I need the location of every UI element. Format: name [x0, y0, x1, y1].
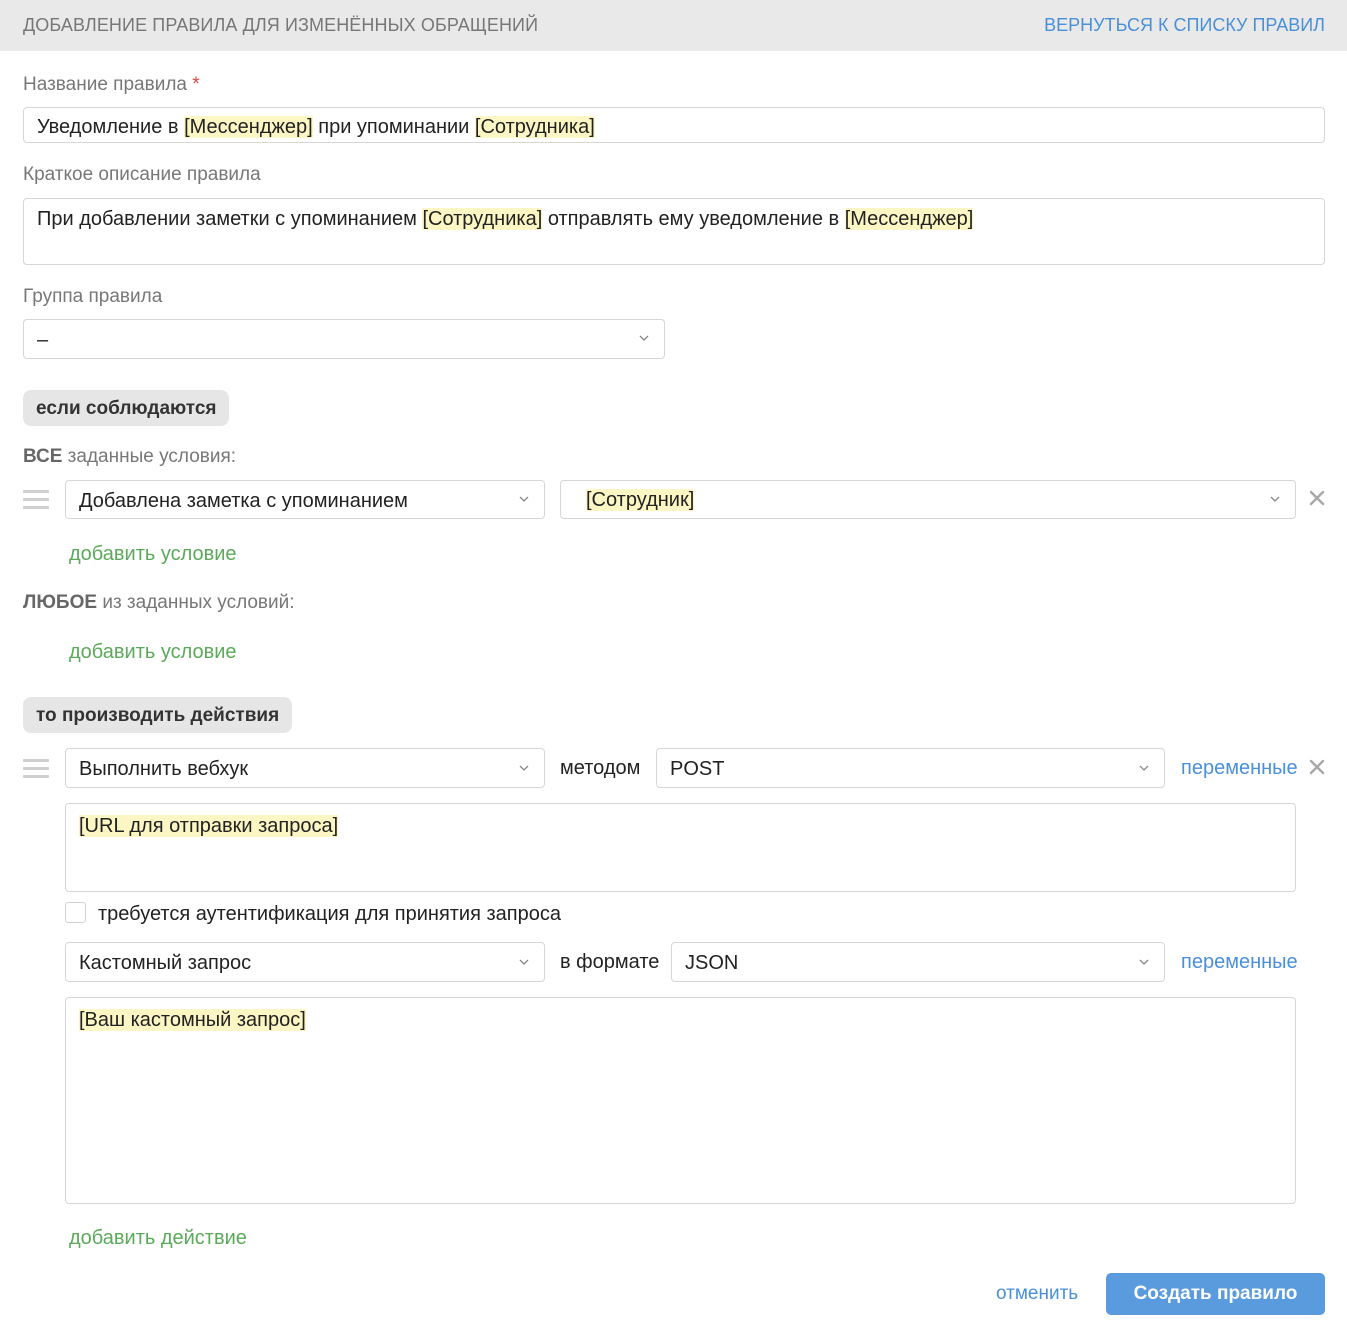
create-rule-button[interactable]: Создать правило: [1106, 1273, 1325, 1315]
webhook-url-value: [URL для отправки запроса]: [79, 815, 339, 838]
action-type-value: Выполнить вебхук: [79, 758, 249, 780]
description-part: При добавлении заметки с упоминанием: [37, 208, 423, 230]
format-value: JSON: [685, 952, 739, 974]
drag-handle-icon[interactable]: [23, 490, 49, 510]
action-type-select[interactable]: Выполнить вебхук: [65, 748, 545, 788]
all-conditions-label: ВСЕ заданные условия:: [23, 446, 236, 468]
chevron-down-icon: [519, 496, 529, 505]
description-label: Краткое описание правила: [23, 164, 261, 185]
page-header: ДОБАВЛЕНИЕ ПРАВИЛА ДЛЯ ИЗМЕНЁННЫХ ОБРАЩЕ…: [0, 0, 1347, 51]
any-conditions-text: из заданных условий:: [97, 592, 295, 613]
format-select[interactable]: JSON: [671, 942, 1165, 982]
rule-name-label: Название правила *: [23, 74, 200, 96]
rule-name-part: Уведомление в: [37, 116, 185, 138]
conditions-pill: если соблюдаются: [23, 390, 230, 426]
add-action-link[interactable]: добавить действие: [69, 1227, 247, 1250]
all-conditions-bold: ВСЕ: [23, 446, 63, 467]
drag-handle-icon[interactable]: [23, 759, 49, 779]
page-title: ДОБАВЛЕНИЕ ПРАВИЛА ДЛЯ ИЗМЕНЁННЫХ ОБРАЩЕ…: [23, 15, 539, 35]
chevron-down-icon: [639, 335, 649, 344]
rule-name-label-text: Название правила: [23, 74, 187, 95]
webhook-url-token: [URL для отправки запроса]: [79, 815, 339, 837]
auth-required-checkbox[interactable]: [65, 902, 86, 923]
method-select[interactable]: POST: [656, 748, 1165, 788]
condition-type-value: Добавлена заметка с упоминанием: [79, 490, 408, 512]
rule-name-part: при упоминании: [312, 116, 475, 138]
any-conditions-label: ЛЮБОЕ из заданных условий:: [23, 592, 295, 614]
any-conditions-bold: ЛЮБОЕ: [23, 592, 98, 613]
condition-value: [Сотрудник]: [586, 489, 695, 512]
condition-type-select[interactable]: Добавлена заметка с упоминанием: [65, 480, 545, 519]
auth-required-label: требуется аутентификация для принятия за…: [98, 903, 561, 925]
method-value: POST: [670, 758, 725, 780]
request-type-value: Кастомный запрос: [79, 952, 252, 974]
variables-link[interactable]: переменные: [1181, 757, 1298, 780]
custom-request-value: [Ваш кастомный запрос]: [79, 1009, 306, 1032]
format-label: в формате: [560, 951, 660, 973]
custom-request-token: [Ваш кастомный запрос]: [79, 1009, 306, 1031]
add-condition-all-link[interactable]: добавить условие: [69, 543, 237, 566]
rule-name-value: Уведомление в [Мессенджер] при упоминани…: [37, 116, 595, 139]
group-label: Группа правила: [23, 286, 163, 307]
chevron-down-icon: [519, 959, 529, 968]
remove-action-close-icon[interactable]: [1309, 759, 1325, 775]
description-textarea[interactable]: При добавлении заметки с упоминанием [Со…: [23, 198, 1325, 265]
condition-value-select[interactable]: [Сотрудник]: [560, 480, 1296, 519]
group-select-value: –: [37, 329, 49, 351]
custom-request-textarea[interactable]: [Ваш кастомный запрос]: [65, 997, 1296, 1204]
all-conditions-text: заданные условия:: [62, 446, 237, 467]
cancel-button[interactable]: отменить: [996, 1283, 1078, 1305]
variables-link-format[interactable]: переменные: [1181, 951, 1298, 974]
method-label: методом: [560, 757, 641, 779]
add-condition-any-link[interactable]: добавить условие: [69, 641, 237, 664]
webhook-url-textarea[interactable]: [URL для отправки запроса]: [65, 803, 1296, 892]
description-placeholder-token: [Сотрудника]: [422, 208, 543, 230]
required-mark: *: [192, 74, 200, 95]
chevron-down-icon: [1139, 765, 1149, 774]
chevron-down-icon: [519, 765, 529, 774]
condition-value-token: [Сотрудник]: [586, 489, 695, 511]
back-to-rules-link[interactable]: ВЕРНУТЬСЯ К СПИСКУ ПРАВИЛ: [1044, 15, 1325, 36]
request-type-select[interactable]: Кастомный запрос: [65, 942, 545, 982]
actions-pill: то производить действия: [23, 697, 293, 733]
description-part: отправлять ему уведомление в: [542, 208, 845, 230]
chevron-down-icon: [1139, 959, 1149, 968]
rule-name-input[interactable]: Уведомление в [Мессенджер] при упоминани…: [23, 107, 1325, 143]
chevron-down-icon: [1270, 496, 1280, 505]
rule-name-placeholder-token: [Сотрудника]: [474, 116, 595, 138]
group-select[interactable]: –: [23, 319, 665, 359]
description-placeholder-token: [Мессенджер]: [844, 208, 974, 230]
description-value: При добавлении заметки с упоминанием [Со…: [37, 208, 974, 231]
remove-condition-close-icon[interactable]: [1309, 490, 1325, 506]
rule-name-placeholder-token: [Мессенджер]: [184, 116, 313, 138]
